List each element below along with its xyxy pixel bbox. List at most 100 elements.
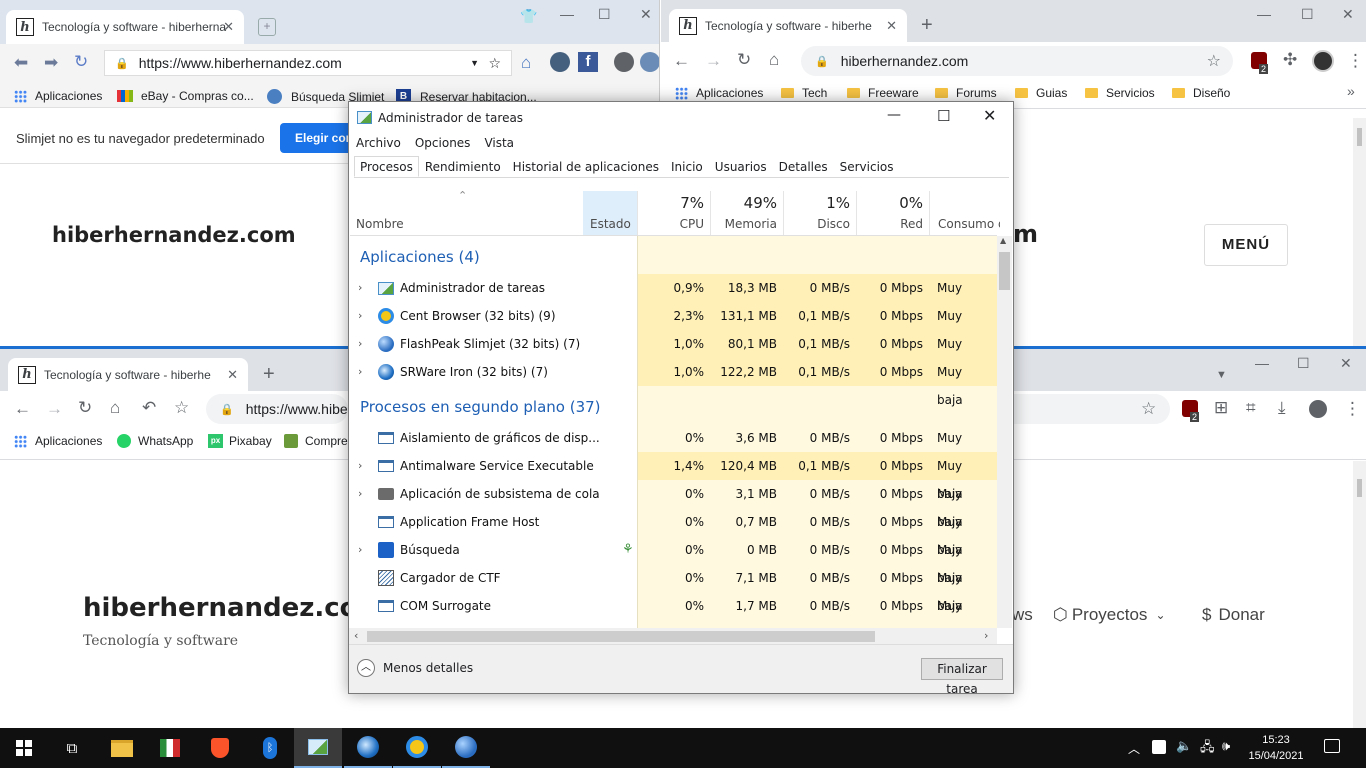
new-tab-icon[interactable]: + (921, 14, 933, 37)
column-consumo[interactable]: Consumo de ... (930, 191, 1000, 235)
tab-chrome[interactable]: h Tecnología y software - hiberhe ✕ (669, 9, 907, 42)
clock[interactable]: 15:23 15/04/2021 (1244, 732, 1308, 764)
expand-chevron-icon[interactable]: › (358, 302, 362, 330)
bookmark-servicios[interactable]: Servicios (1085, 86, 1155, 100)
tab-bottom[interactable]: h Tecnología y software - hiberhe ✕ (8, 358, 248, 391)
bookmark-guias[interactable]: Guias (1015, 86, 1067, 100)
tab-rendimiento[interactable]: Rendimiento (419, 156, 507, 177)
menu-vista[interactable]: Vista (477, 133, 521, 153)
column-disco[interactable]: 1% Disco (784, 191, 857, 235)
bookmark-pixabay[interactable]: px Pixabay (208, 434, 272, 448)
home-icon[interactable]: ⌂ (521, 53, 531, 73)
network-icon[interactable]: 🖧 (1200, 738, 1215, 760)
extension-icon[interactable] (550, 52, 570, 72)
new-tab-button[interactable]: + (258, 18, 276, 36)
site-title-fragment[interactable]: m (1013, 220, 1038, 248)
notifications-icon[interactable] (1324, 739, 1340, 753)
site-title[interactable]: hiberhernandez.co (83, 593, 358, 623)
close-tab-icon[interactable]: ✕ (886, 18, 897, 34)
nav-item-proyectos[interactable]: ⬡ Proyectos ⌄ (1053, 605, 1166, 625)
expand-chevron-icon[interactable]: › (358, 480, 362, 508)
menu-icon[interactable]: ⋮ (1344, 399, 1361, 419)
bookmark-tech[interactable]: Tech (781, 86, 827, 100)
menu-opciones[interactable]: Opciones (408, 133, 478, 153)
address-bar[interactable]: 🔒 https://www.hiber (206, 394, 352, 424)
tab-servicios[interactable]: Servicios (834, 156, 900, 177)
minimize-icon[interactable]: — (1257, 6, 1271, 22)
maximize-icon[interactable]: ☐ (598, 6, 611, 23)
tab-procesos[interactable]: Procesos (354, 156, 419, 177)
download-icon[interactable]: ⤓ (1278, 398, 1286, 418)
close-icon[interactable]: ✕ (983, 106, 996, 125)
new-tab-icon[interactable]: + (263, 363, 275, 386)
back-icon[interactable]: ← (14, 399, 31, 419)
process-row[interactable]: › Búsqueda 0% 0 MB 0 MB/s 0 Mbps Muy baja ⚘ (350, 536, 997, 585)
close-tab-icon[interactable]: ✕ (223, 19, 234, 35)
expand-chevron-icon[interactable]: › (358, 358, 362, 386)
tab-usuarios[interactable]: Usuarios (709, 156, 773, 177)
bookmark-compre[interactable]: Compre (284, 434, 348, 448)
expand-chevron-icon[interactable]: › (358, 274, 362, 302)
close-tab-icon[interactable]: ✕ (227, 367, 238, 383)
chevron-up-icon[interactable]: ︿ (1128, 740, 1140, 757)
security-icon[interactable] (1152, 740, 1166, 754)
maximize-icon[interactable]: ☐ (1297, 355, 1310, 372)
address-bar[interactable]: 🔒 hiberhernandez.com ☆ (801, 46, 1233, 76)
bookmark-whatsapp[interactable]: WhatsApp (117, 434, 193, 448)
bookmark-diseno[interactable]: Diseño (1172, 86, 1230, 100)
column-red[interactable]: 0% Red (857, 191, 930, 235)
home-icon[interactable]: ⌂ (110, 398, 120, 418)
process-row[interactable]: Cargador de CTF 0% 7,1 MB 0 MB/s 0 Mbps Muy b… (350, 564, 997, 613)
bookmark-forums[interactable]: Forums (935, 86, 997, 100)
speaker-icon[interactable]: 🔈 (1176, 738, 1192, 754)
menu-button[interactable]: MENÚ (1204, 224, 1288, 266)
page-scrollbar[interactable] (1353, 118, 1366, 348)
slimjet-taskbar-button[interactable] (442, 728, 490, 768)
group-background[interactable]: Procesos en segundo plano (37) (360, 398, 601, 416)
more-bookmarks-icon[interactable]: » (1347, 83, 1355, 99)
reload-icon[interactable]: ↻ (78, 398, 92, 418)
star-icon[interactable]: ☆ (1207, 51, 1221, 71)
title-bar[interactable]: Administrador de tareas — ☐ ✕ (349, 102, 1013, 133)
back-icon[interactable]: ← (673, 51, 690, 71)
page-scrollbar[interactable] (1353, 461, 1366, 728)
taskmgr-taskbar-button[interactable] (294, 728, 342, 768)
close-window-icon[interactable]: ✕ (1342, 6, 1354, 23)
puzzle-icon[interactable]: ✣ (1283, 50, 1297, 70)
tab-inicio[interactable]: Inicio (665, 156, 709, 177)
apps-grid-icon[interactable]: ⊞ (1214, 398, 1228, 418)
profile-icon[interactable] (614, 52, 634, 72)
process-row[interactable]: › Administrador de tareas 0,9% 18,3 MB 0 MB/… (350, 274, 997, 323)
column-name[interactable]: ⌃ Nombre (350, 189, 583, 235)
list-scrollbar[interactable]: ▲ (997, 236, 1012, 628)
process-row[interactable]: Application Frame Host 0% 0,7 MB 0 MB/s 0 Mb… (350, 508, 997, 557)
process-row[interactable]: › Antimalware Service Executable 1,4% 120,4… (350, 452, 997, 501)
forward-icon[interactable]: ➡ (44, 53, 58, 73)
home-icon[interactable]: ⌂ (769, 50, 779, 70)
bookmark-apps[interactable]: Aplicaciones (14, 434, 102, 448)
maximize-icon[interactable]: ☐ (937, 107, 950, 125)
expand-chevron-icon[interactable]: › (358, 452, 362, 480)
process-row[interactable]: › SRWare Iron (32 bits) (7) 1,0% 122,2 MB 0,… (350, 358, 997, 407)
column-estado[interactable]: Estado (583, 191, 638, 235)
bookmark-apps[interactable]: Aplicaciones (675, 86, 763, 100)
process-row[interactable]: COM Surrogate 0% 1,7 MB 0 MB/s 0 Mbps Muy baj… (350, 592, 997, 628)
task-view-button[interactable]: ⧉ (48, 728, 96, 768)
star-icon[interactable]: ☆ (488, 55, 501, 72)
process-row[interactable]: Aislamiento de gráficos de disp... 0% 3,6 … (350, 424, 997, 473)
nav-item-donar[interactable]: $ Donar (1202, 605, 1265, 625)
tshirt-icon[interactable]: 👕 (520, 8, 537, 25)
menu-archivo[interactable]: Archivo (349, 133, 408, 153)
crop-icon[interactable]: ⌗ (1246, 398, 1256, 418)
bookmark-freeware[interactable]: Freeware (847, 86, 919, 100)
star-icon[interactable]: ☆ (1141, 399, 1156, 419)
undo-icon[interactable]: ↶ (142, 398, 156, 418)
volume-icon[interactable]: 🕪 (1222, 738, 1230, 754)
minimize-icon[interactable]: — (1255, 355, 1269, 371)
avatar[interactable] (1312, 50, 1334, 72)
group-apps[interactable]: Aplicaciones (4) (360, 248, 480, 266)
bookmark-apps[interactable]: Aplicaciones (14, 89, 102, 103)
column-cpu[interactable]: 7% CPU (638, 191, 711, 235)
minimize-icon[interactable]: — (560, 6, 574, 22)
horizontal-scrollbar[interactable]: ‹ › (349, 628, 997, 644)
